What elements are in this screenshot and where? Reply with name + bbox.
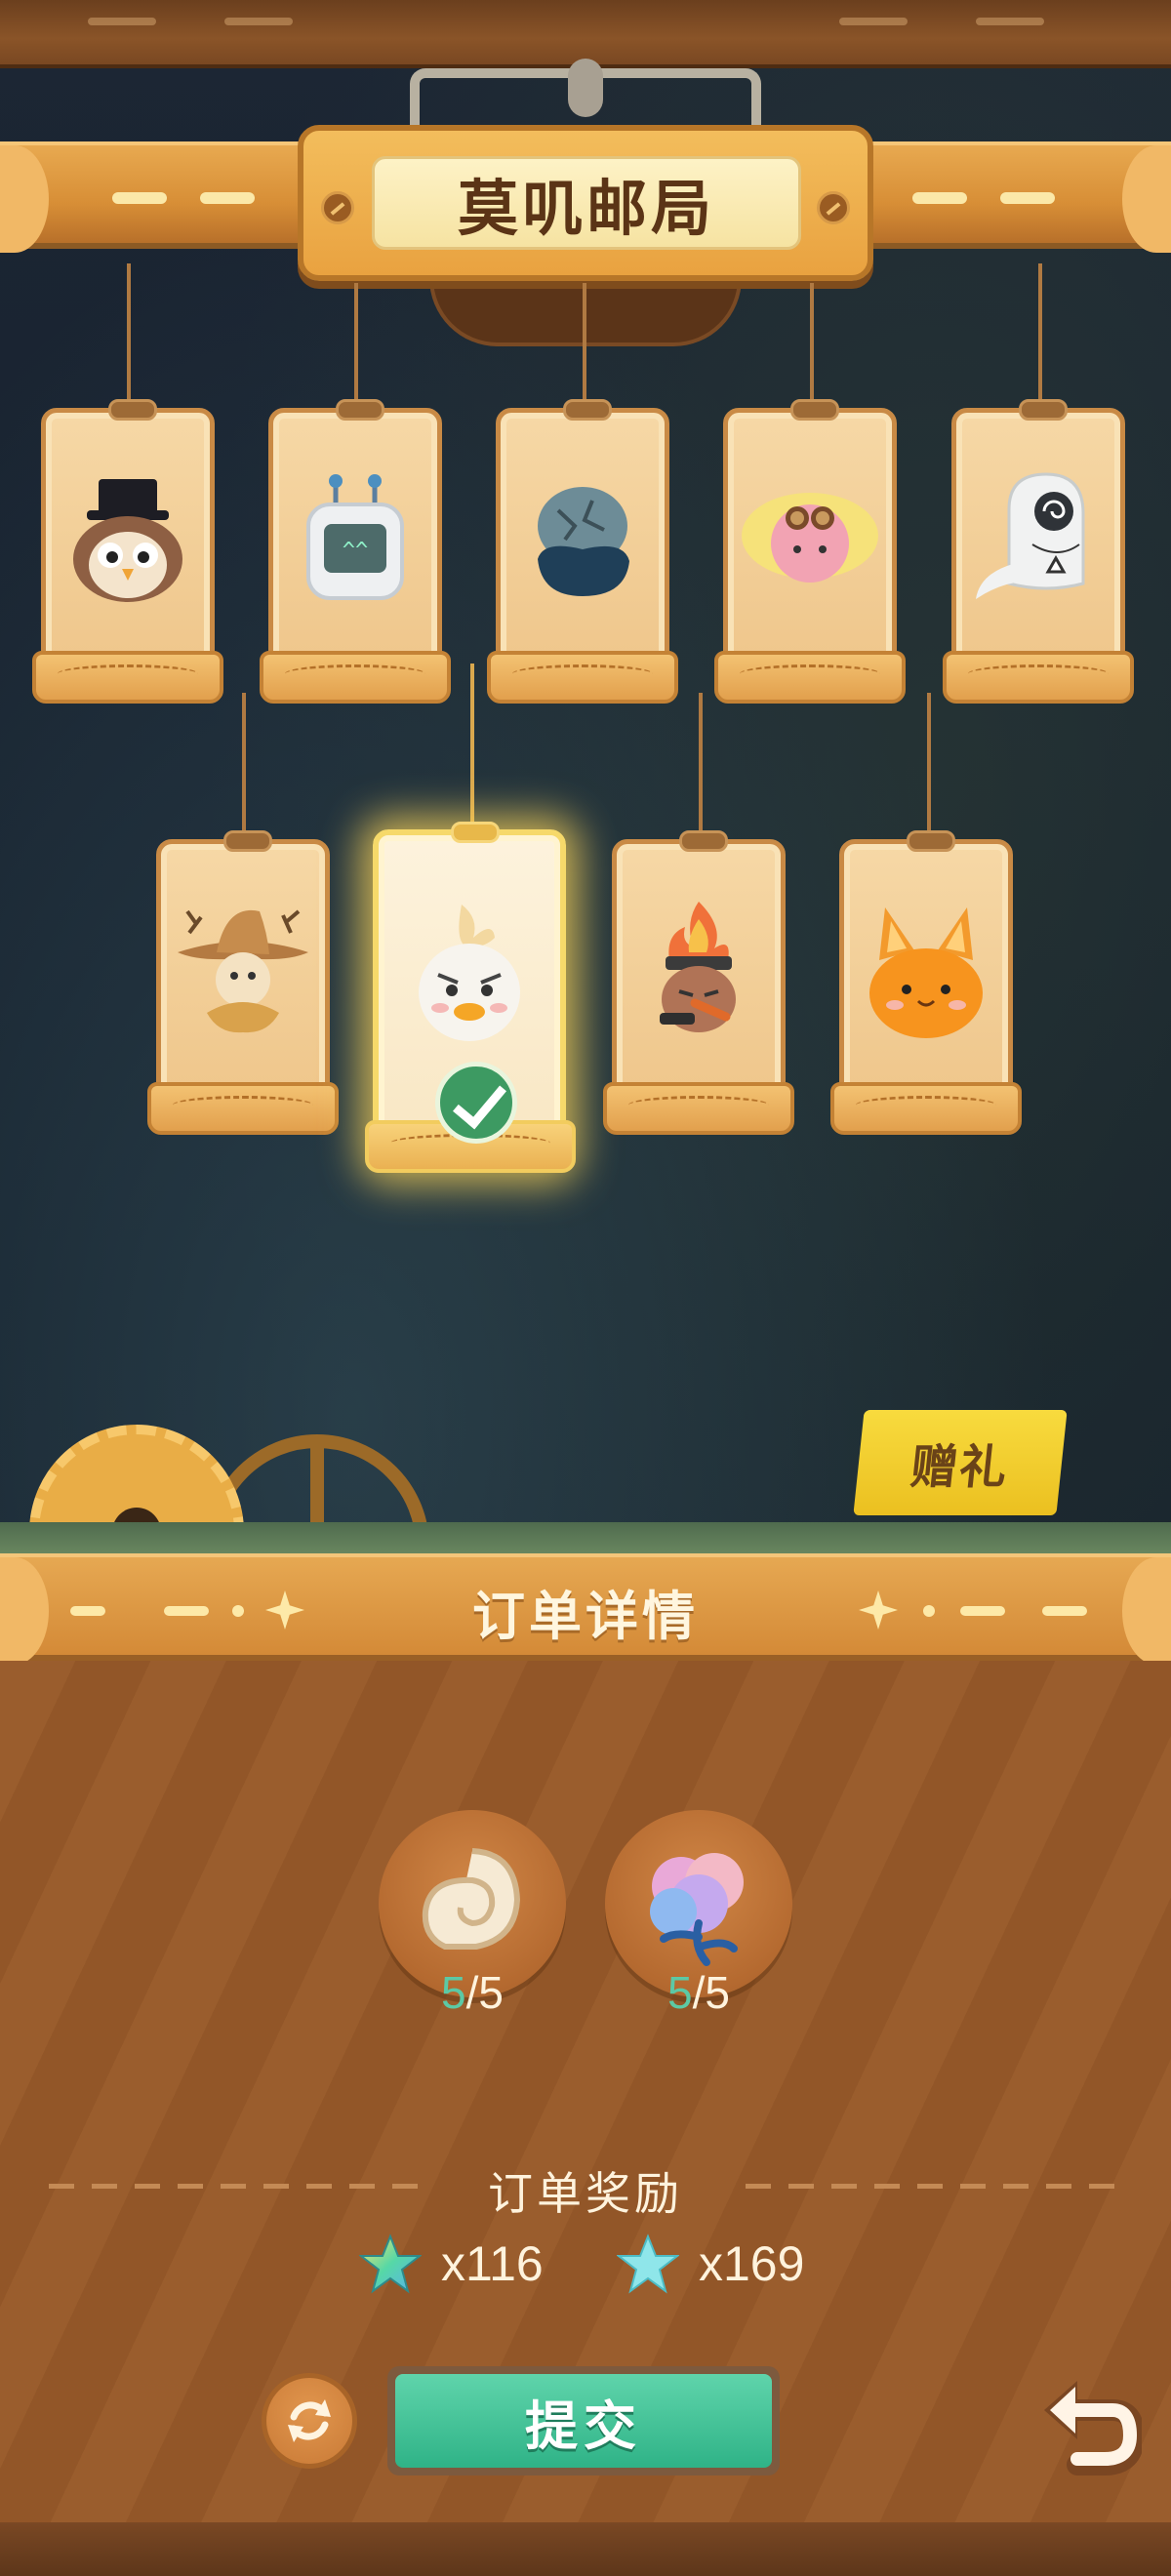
owl-top-hat-icon xyxy=(46,471,210,608)
bottom-beam xyxy=(0,2522,1171,2576)
order-item-count: 5/5 xyxy=(667,1967,730,2018)
refresh-button[interactable] xyxy=(262,2373,357,2469)
card-pink-bird-goggles[interactable] xyxy=(714,399,906,704)
card-campfire-creature[interactable] xyxy=(603,830,794,1135)
order-details-header: 订单详情 xyxy=(0,1553,1171,1665)
selected-check-icon xyxy=(435,1062,517,1144)
order-item-count: 5/5 xyxy=(441,1967,504,2018)
gift-button[interactable]: 赠礼 xyxy=(853,1410,1068,1515)
screw-icon xyxy=(321,191,354,224)
card-white-duck[interactable] xyxy=(365,822,576,1173)
card-robot-screen[interactable]: ^^ xyxy=(260,399,451,704)
cracked-stone-icon xyxy=(501,471,665,608)
reward-title: 订单奖励 xyxy=(488,2167,683,2220)
page-title: 莫叽邮局 xyxy=(372,156,801,250)
card-scarecrow[interactable] xyxy=(147,830,339,1135)
card-orange-fox[interactable] xyxy=(830,830,1022,1135)
blue-star-icon xyxy=(617,2234,679,2294)
game-screen: 莫叽邮局 ^^ 赠礼 订单详情 5/5 5/5 订单奖励 x116 x169 提… xyxy=(0,0,1171,2576)
submit-button-label: 提交 xyxy=(395,2374,772,2468)
campfire-creature-icon xyxy=(617,902,781,1039)
reward-amount: x169 xyxy=(699,2236,805,2291)
reward-amount: x116 xyxy=(441,2236,544,2291)
pink-bird-goggles-icon xyxy=(728,471,892,608)
reward-item: x169 xyxy=(617,2230,804,2298)
robot-screen-icon: ^^ xyxy=(273,471,437,608)
gradient-star-icon xyxy=(359,2234,422,2294)
card-owl-top-hat[interactable] xyxy=(32,399,223,704)
card-ghost-swirl[interactable] xyxy=(943,399,1134,704)
title-plate: 莫叽邮局 xyxy=(298,125,873,281)
white-duck-icon xyxy=(379,904,560,1041)
scarecrow-icon xyxy=(161,903,325,1039)
svg-text:^^: ^^ xyxy=(343,539,369,563)
orange-fox-icon xyxy=(844,903,1008,1039)
ghost-swirl-icon xyxy=(956,471,1120,608)
back-button[interactable] xyxy=(1034,2371,1146,2478)
back-arrow-icon xyxy=(1044,2381,1146,2475)
submit-button[interactable]: 提交 xyxy=(387,2366,780,2475)
sign-hanger-knob xyxy=(568,59,603,117)
card-cracked-stone[interactable] xyxy=(487,399,678,704)
screw-icon xyxy=(817,191,850,224)
reward-item: x116 xyxy=(359,2230,544,2298)
refresh-icon xyxy=(288,2399,331,2442)
